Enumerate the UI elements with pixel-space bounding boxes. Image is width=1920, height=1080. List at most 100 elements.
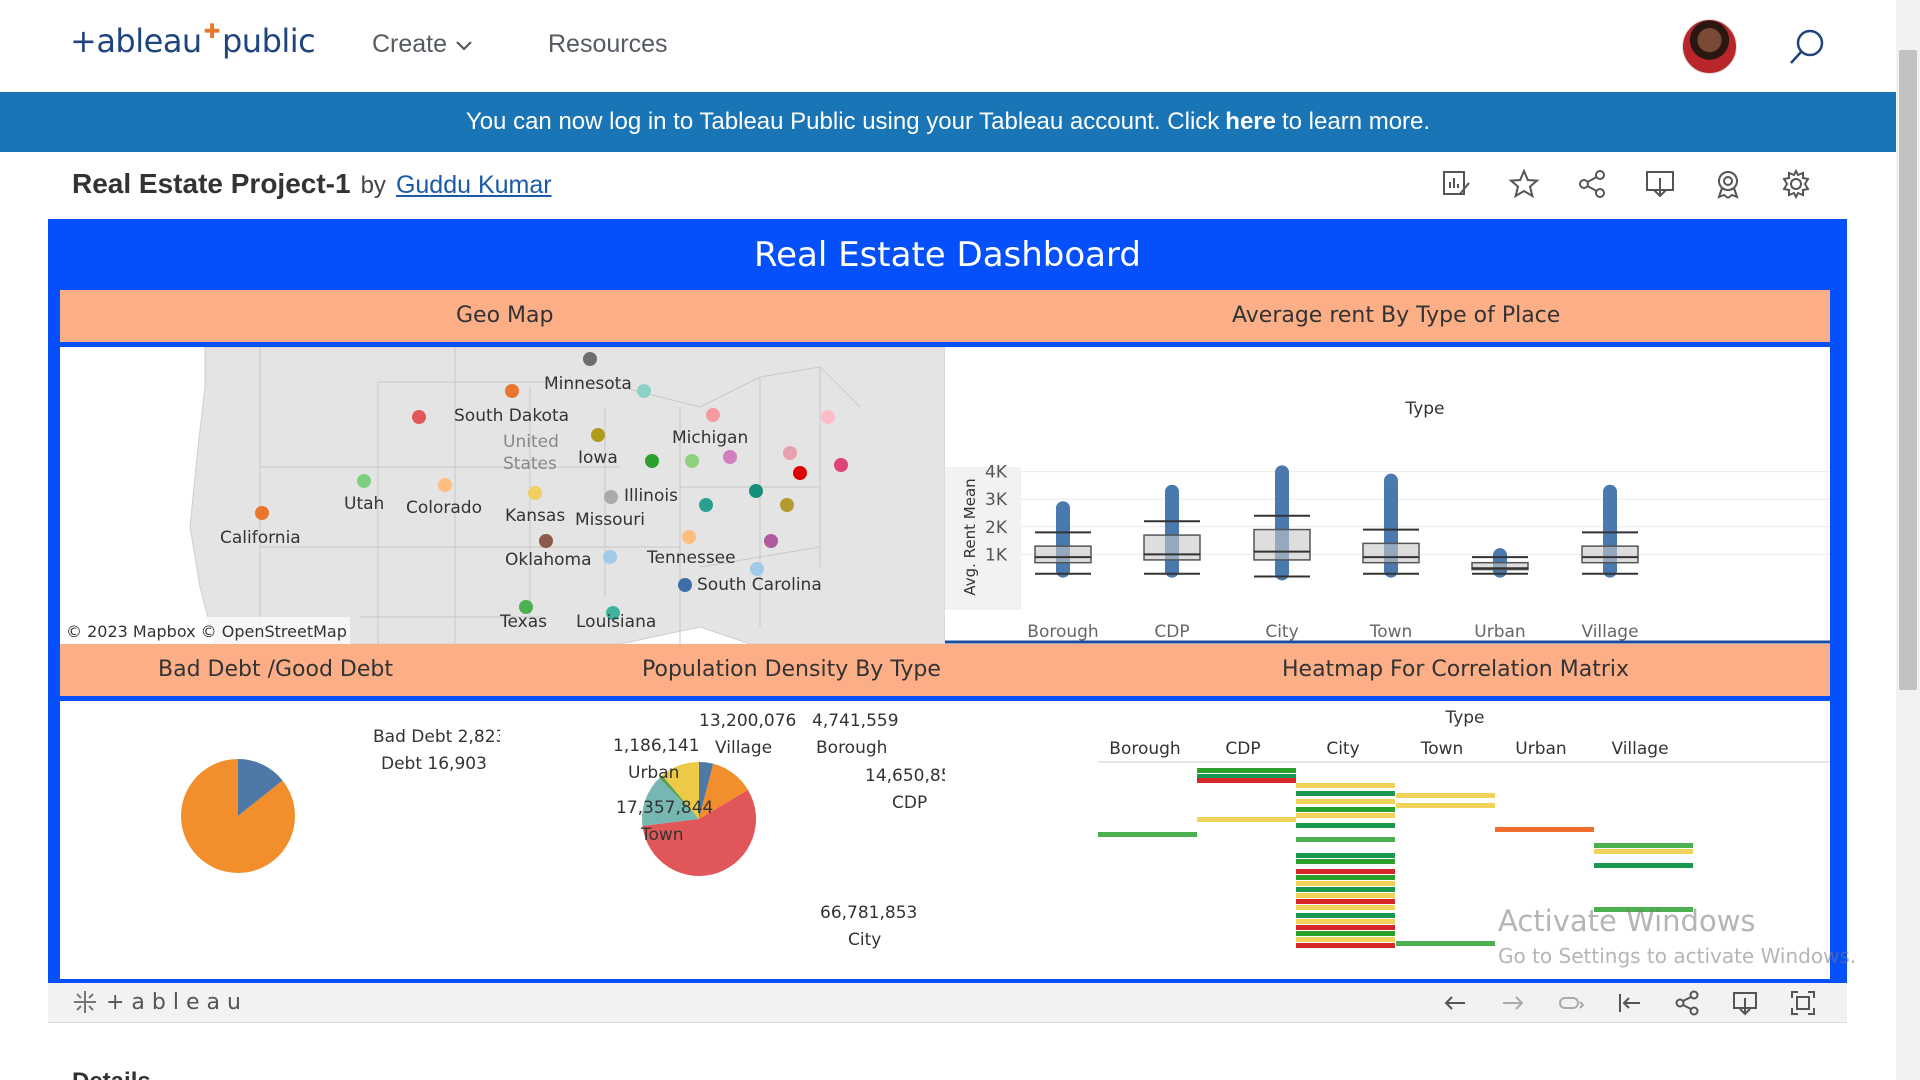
map-label: United — [503, 432, 559, 452]
box-dots — [1056, 504, 1070, 578]
heatmap-cell — [1594, 863, 1693, 868]
scrollbar-thumb[interactable] — [1899, 50, 1917, 690]
undo-icon[interactable] — [1441, 989, 1469, 1017]
tableau-logo-icon — [74, 991, 96, 1013]
map-label: Minnesota — [544, 374, 632, 394]
pie-label-name: Town — [640, 825, 684, 845]
pie-label-value: 13,200,076 — [699, 711, 796, 731]
heatmap-cell — [1098, 832, 1197, 837]
box-dots — [1165, 487, 1179, 578]
tableau-public-logo[interactable]: +ableau ✚ public — [70, 19, 316, 60]
user-avatar[interactable] — [1682, 19, 1737, 74]
share-icon[interactable] — [1576, 168, 1608, 200]
y-tick-label: 2K — [985, 518, 1008, 538]
pie-label-value: 4,741,559 — [812, 711, 899, 731]
max-point — [1603, 484, 1617, 499]
heatmap-cell — [1296, 931, 1395, 936]
x-tick-label: CDP — [1154, 622, 1189, 642]
heatmap-column-label: City — [1326, 739, 1359, 759]
box-iqr — [1143, 534, 1201, 561]
map-label: South Dakota — [454, 406, 569, 426]
pop-pie-panel[interactable]: 13,200,076 Village 4,741,559 Borough 1,1… — [500, 701, 945, 979]
heatmap-title: Heatmap For Correlation Matrix — [1282, 657, 1629, 682]
y-tick-label: 4K — [985, 463, 1008, 483]
nav-resources[interactable]: Resources — [548, 30, 668, 59]
pie-label-name: Urban — [628, 763, 679, 783]
tableau-footer-logo[interactable]: +ableau — [72, 989, 248, 1015]
heatmap-cell — [1296, 799, 1395, 804]
heatmap-cell — [1197, 778, 1296, 783]
pop-density-title: Population Density By Type — [642, 657, 941, 682]
max-point — [1493, 548, 1507, 563]
box-plot-chart[interactable]: Type Avg. Rent Mean 1K 2K 3K 4K Borough CDP C… — [945, 347, 1830, 644]
banner-link[interactable]: here — [1225, 108, 1276, 136]
heatmap-column-label: Borough — [1109, 739, 1180, 759]
heatmap-cell — [1396, 941, 1495, 946]
pop-density-pie-chart[interactable]: 13,200,076 Village 4,741,559 Borough 1,1… — [500, 701, 945, 979]
heatmap-cell — [1495, 827, 1594, 832]
heatmap-cell — [1296, 881, 1395, 886]
debt-pie-chart[interactable]: Bad Debt 2,823 Debt 16,903 — [60, 701, 500, 979]
heatmap-cell — [1296, 837, 1395, 842]
nav-create[interactable]: Create — [372, 30, 475, 59]
geo-map-title: Geo Map — [456, 303, 554, 328]
map-attribution: © 2023 Mapbox © OpenStreetMap — [66, 622, 347, 641]
nav-create-label: Create — [372, 30, 448, 58]
avg-rent-panel[interactable]: Type Avg. Rent Mean 1K 2K 3K 4K Borough CDP C… — [945, 347, 1830, 644]
edit-icon[interactable] — [1440, 168, 1472, 200]
site-header: +ableau ✚ public Create Resources — [0, 0, 1896, 92]
heatmap-cell — [1296, 943, 1395, 948]
heatmap-cell — [1594, 849, 1693, 854]
debt-pie-panel[interactable]: Bad Debt 2,823 Debt 16,903 — [60, 701, 500, 979]
map-label: Missouri — [575, 510, 645, 530]
map-label: Iowa — [578, 448, 618, 468]
map-label: Illinois — [624, 486, 678, 506]
reset-icon[interactable] — [1615, 989, 1643, 1017]
by-label: by — [360, 172, 386, 199]
debt-label-bad: Bad Debt 2,823 — [373, 727, 500, 747]
footer-download-icon[interactable] — [1731, 989, 1759, 1017]
box-iqr — [1253, 528, 1311, 561]
heatmap-cell — [1296, 875, 1395, 880]
nav-resources-label: Resources — [548, 30, 668, 58]
star-icon[interactable] — [1508, 168, 1540, 200]
max-point — [1056, 501, 1070, 516]
map-label: Michigan — [672, 428, 748, 448]
us-map[interactable]: Minnesota South Dakota United States Mic… — [60, 347, 945, 644]
map-label: Colorado — [406, 498, 482, 518]
y-tick-label: 1K — [985, 545, 1008, 565]
x-tick-label: City — [1265, 622, 1298, 642]
heatmap-cell — [1296, 813, 1395, 818]
download-icon[interactable] — [1644, 168, 1676, 200]
redo-icon[interactable] — [1499, 989, 1527, 1017]
geo-map-panel[interactable]: Minnesota South Dakota United States Mic… — [60, 347, 945, 644]
search-icon[interactable] — [1787, 27, 1827, 67]
top-section-bar: Geo Map Average rent By Type of Place — [60, 290, 1830, 342]
heatmap-column-label: CDP — [1225, 739, 1260, 759]
viz-title: Real Estate Project-1 — [72, 168, 351, 199]
heatmap-column-label: Town — [1420, 739, 1464, 759]
map-label: Utah — [344, 494, 384, 514]
heatmap-cell — [1296, 937, 1395, 942]
viz-footer-toolbar: +ableau — [48, 983, 1847, 1023]
heatmap-cell — [1296, 859, 1395, 864]
footer-share-icon[interactable] — [1673, 989, 1701, 1017]
debt-title: Bad Debt /Good Debt — [158, 657, 393, 682]
author-link[interactable]: Guddu Kumar — [396, 171, 552, 200]
heatmap-cell — [1396, 803, 1495, 808]
map-label: South Carolina — [697, 575, 822, 595]
pie-label-name: CDP — [892, 793, 927, 813]
pie-label-name: City — [848, 930, 881, 950]
revert-icon[interactable] — [1557, 989, 1585, 1017]
heatmap-cell — [1396, 793, 1495, 798]
x-tick-label: Urban — [1474, 622, 1525, 642]
map-label: States — [503, 454, 557, 474]
banner-text: You can now log in to Tableau Public usi… — [465, 108, 1220, 135]
activate-windows-watermark: Activate Windows Go to Settings to activ… — [1498, 904, 1857, 968]
heatmap-cell — [1296, 899, 1395, 904]
settings-icon[interactable] — [1780, 168, 1812, 200]
fullscreen-icon[interactable] — [1789, 989, 1817, 1017]
badge-icon[interactable] — [1712, 168, 1744, 200]
pie-label-value: 66,781,853 — [820, 903, 917, 923]
heatmap-cell — [1296, 783, 1395, 788]
